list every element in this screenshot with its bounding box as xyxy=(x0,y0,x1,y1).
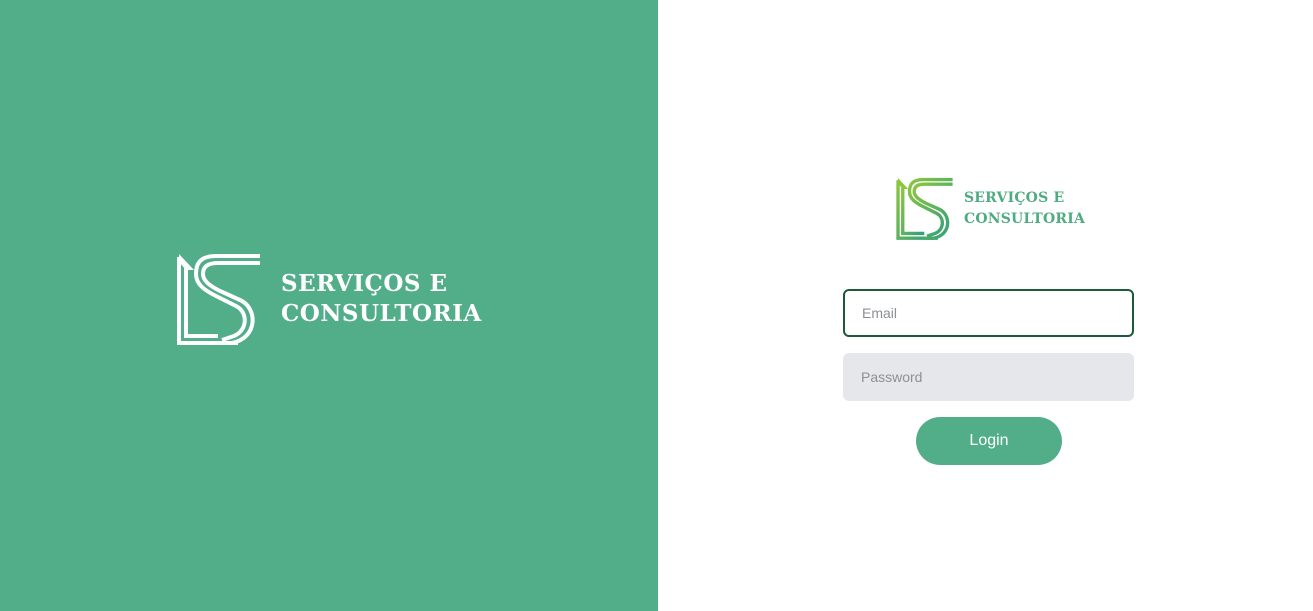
brand-name: SERVIÇOS E CONSULTORIA xyxy=(281,269,482,329)
login-button[interactable]: Login xyxy=(916,417,1062,465)
brand-line-1: SERVIÇOS E xyxy=(281,270,448,297)
login-panel: SERVIÇOS E CONSULTORIA Login xyxy=(658,0,1313,611)
brand-logo-small: SERVIÇOS E CONSULTORIA xyxy=(896,176,1085,241)
brand-line-2: CONSULTORIA xyxy=(964,210,1086,227)
brand-line-2: CONSULTORIA xyxy=(281,300,482,327)
brand-panel: SERVIÇOS E CONSULTORIA xyxy=(0,0,658,611)
brand-name: SERVIÇOS E CONSULTORIA xyxy=(964,188,1085,230)
password-field[interactable] xyxy=(843,353,1134,401)
ls-monogram-icon xyxy=(896,177,953,240)
login-page: SERVIÇOS E CONSULTORIA SERVIÇOS E CONSUL… xyxy=(0,0,1313,611)
brand-logo-large: SERVIÇOS E CONSULTORIA xyxy=(176,252,482,346)
brand-line-1: SERVIÇOS E xyxy=(964,189,1065,206)
email-field[interactable] xyxy=(843,289,1134,337)
ls-monogram-icon xyxy=(177,254,260,345)
